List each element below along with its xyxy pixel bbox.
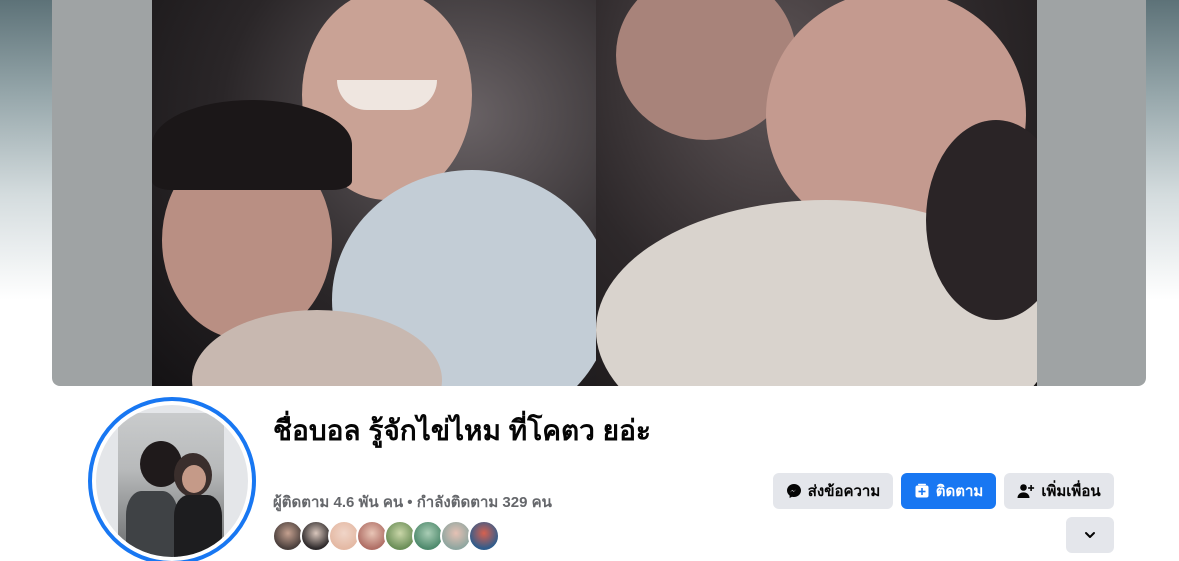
cover-photo-left <box>152 0 596 386</box>
person-add-icon <box>1017 483 1035 499</box>
follow-button[interactable]: ติดตาม <box>901 473 996 509</box>
add-friend-button[interactable]: เพิ่มเพื่อน <box>1004 473 1114 509</box>
cover-photo-right <box>596 0 1037 386</box>
message-button-label: ส่งข้อความ <box>807 483 881 500</box>
message-button[interactable]: ส่งข้อความ <box>773 473 893 509</box>
add-friend-button-label: เพิ่มเพื่อน <box>1041 483 1101 500</box>
cover-image <box>152 0 1037 386</box>
mutual-friends-avatars <box>272 520 500 554</box>
cover-photo[interactable] <box>52 0 1146 386</box>
profile-name: ชื่อบอล รู้จักไข่ไหม ที่โคตว ยอ่ะ <box>273 415 651 446</box>
messenger-icon <box>786 483 802 499</box>
follow-button-label: ติดตาม <box>935 483 984 500</box>
avatar-photo <box>118 413 224 557</box>
more-options-button[interactable] <box>1066 517 1114 553</box>
follow-plus-icon <box>914 483 930 499</box>
friend-avatar[interactable] <box>468 520 500 552</box>
chevron-down-icon <box>1083 528 1097 542</box>
avatar[interactable] <box>96 405 248 557</box>
follower-stats[interactable]: ผู้ติดตาม 4.6 พัน คน • กำลังติดตาม 329 ค… <box>273 490 552 514</box>
